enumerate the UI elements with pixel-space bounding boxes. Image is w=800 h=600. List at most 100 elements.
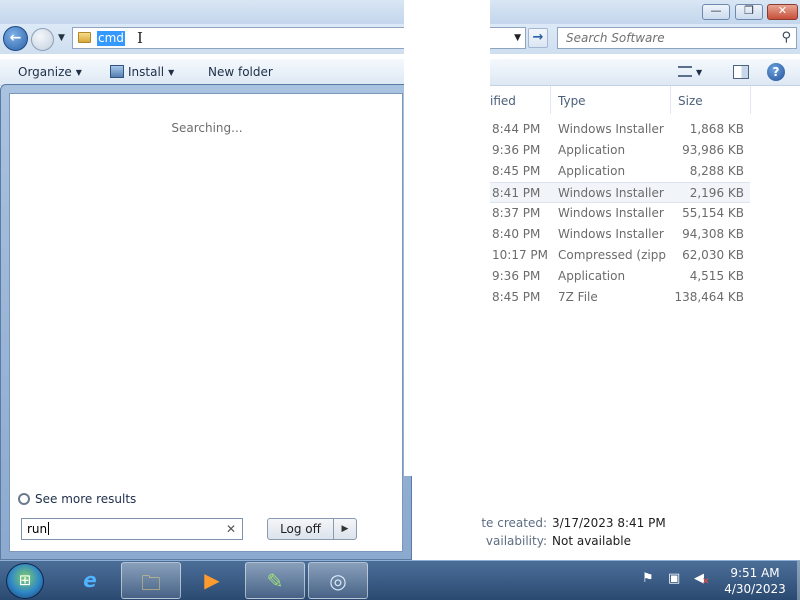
file-date: 8:44 PM bbox=[492, 122, 541, 136]
address-input[interactable]: cmd bbox=[97, 31, 125, 46]
clock[interactable]: 9:51 AM 4/30/2023 bbox=[715, 565, 795, 597]
organize-button[interactable]: Organize ▼ bbox=[18, 65, 82, 79]
help-button[interactable]: ? bbox=[767, 63, 785, 81]
file-type: Windows Installer ... bbox=[558, 227, 666, 241]
file-size: 8,288 KB bbox=[689, 164, 744, 178]
clear-search-icon[interactable]: ✕ bbox=[226, 522, 236, 536]
taskbar-windows-explorer[interactable]: 🗀 bbox=[121, 562, 181, 599]
new-folder-button[interactable]: New folder bbox=[208, 65, 273, 79]
close-icon: ✕ bbox=[777, 4, 788, 17]
file-row[interactable]: 9:36 PM Application 4,515 KB bbox=[490, 266, 750, 287]
file-row[interactable]: 8:37 PM Windows Installer ... 55,154 KB bbox=[490, 203, 750, 224]
clock-time: 9:51 AM bbox=[730, 566, 780, 580]
start-button[interactable]: ⊞ bbox=[6, 563, 44, 599]
change-view-button[interactable]: ▼ bbox=[678, 65, 702, 79]
shutdown-options-arrow[interactable]: ▶ bbox=[333, 518, 357, 540]
install-button[interactable]: Install ▼ bbox=[110, 65, 174, 79]
file-date: 8:41 PM bbox=[492, 186, 541, 200]
log-off-button[interactable]: Log off bbox=[267, 518, 334, 540]
start-search-input[interactable]: run bbox=[27, 522, 50, 536]
file-row[interactable]: 8:45 PM Application 8,288 KB bbox=[490, 161, 750, 182]
search-box[interactable]: Search Software ⚲ bbox=[557, 27, 797, 49]
minimize-button[interactable]: — bbox=[702, 4, 730, 20]
clock-date: 4/30/2023 bbox=[724, 582, 786, 596]
file-rows: 8:44 PM Windows Installer ... 1,868 KB 9:36… bbox=[490, 119, 750, 308]
magnifier-icon bbox=[18, 493, 30, 505]
file-row[interactable]: 9:36 PM Application 93,986 KB bbox=[490, 140, 750, 161]
file-row[interactable]: 10:17 PM Compressed (zipp... 62,030 KB bbox=[490, 245, 750, 266]
chevron-down-icon: ▼ bbox=[168, 68, 175, 77]
text-cursor-icon: I bbox=[137, 29, 143, 47]
file-date: 9:36 PM bbox=[492, 269, 541, 283]
windows-logo-icon: ⊞ bbox=[18, 571, 32, 589]
start-menu-right-area bbox=[404, 0, 490, 476]
file-row[interactable]: 8:40 PM Windows Installer ... 94,308 KB bbox=[490, 224, 750, 245]
taskbar-installer[interactable]: ◎ bbox=[308, 562, 368, 599]
search-input[interactable]: Search Software bbox=[566, 31, 665, 45]
network-icon[interactable]: ▣ bbox=[668, 571, 680, 586]
file-size: 4,515 KB bbox=[689, 269, 744, 283]
command-bar: Organize ▼ Install ▼ New folder ▼ ? bbox=[0, 59, 800, 86]
file-type: Application bbox=[558, 269, 626, 283]
taskbar-notepad-plus-plus[interactable]: ✎ bbox=[245, 562, 305, 599]
taskbar-media-player[interactable]: ▶ bbox=[182, 562, 242, 599]
preview-pane-button[interactable] bbox=[733, 65, 749, 79]
notepad-plus-plus-icon: ✎ bbox=[266, 569, 284, 593]
text-caret bbox=[48, 522, 50, 535]
recent-pages-dropdown[interactable]: ▼ bbox=[58, 33, 65, 43]
file-date: 8:40 PM bbox=[492, 227, 541, 241]
close-button[interactable]: ✕ bbox=[767, 4, 798, 20]
folder-icon bbox=[78, 32, 91, 43]
taskbar: ⊞ e 🗀 ▶ ✎ ◎ ⚑ ▣ ◀ ✕ 9:51 AM 4/30/2023 bbox=[0, 560, 800, 600]
install-label: Install bbox=[128, 65, 165, 79]
file-type: Compressed (zipp... bbox=[558, 248, 666, 262]
address-dropdown-icon[interactable]: ▼ bbox=[514, 33, 521, 43]
file-row[interactable]: 8:44 PM Windows Installer ... 1,868 KB bbox=[490, 119, 750, 140]
file-date: 9:36 PM bbox=[492, 143, 541, 157]
column-header-date-modified[interactable]: ified bbox=[490, 94, 516, 108]
date-created-label: te created: bbox=[481, 516, 547, 530]
column-divider[interactable] bbox=[670, 86, 671, 114]
file-size: 2,196 KB bbox=[689, 186, 744, 200]
see-more-results-link[interactable]: See more results bbox=[18, 492, 136, 506]
maximize-icon: ❐ bbox=[744, 4, 754, 17]
see-more-results-label: See more results bbox=[35, 492, 137, 506]
file-type: Windows Installer ... bbox=[558, 186, 666, 200]
installer-disc-icon: ◎ bbox=[329, 569, 347, 593]
file-size: 62,030 KB bbox=[682, 248, 744, 262]
file-date: 8:45 PM bbox=[492, 164, 541, 178]
windows-explorer-icon: 🗀 bbox=[141, 571, 161, 595]
internet-explorer-icon: e bbox=[83, 568, 97, 592]
go-button[interactable]: → bbox=[528, 28, 548, 48]
maximize-button[interactable]: ❐ bbox=[735, 4, 763, 20]
forward-button[interactable] bbox=[31, 28, 54, 51]
start-menu: Searching... See more results bbox=[0, 84, 412, 560]
chevron-down-icon: ▼ bbox=[75, 68, 82, 77]
minimize-icon: — bbox=[710, 4, 722, 17]
start-search-box[interactable]: run ✕ bbox=[21, 518, 243, 540]
column-divider[interactable] bbox=[750, 86, 751, 114]
file-size: 94,308 KB bbox=[682, 227, 744, 241]
file-date: 10:17 PM bbox=[492, 248, 548, 262]
availability-value: Not available bbox=[552, 534, 632, 548]
action-center-flag-icon[interactable]: ⚑ bbox=[642, 571, 654, 586]
file-row[interactable]: 8:45 PM 7Z File 138,464 KB bbox=[490, 287, 750, 308]
muted-x-icon: ✕ bbox=[702, 577, 710, 587]
go-arrow-icon: → bbox=[532, 30, 544, 45]
taskbar-internet-explorer[interactable]: e bbox=[60, 562, 120, 599]
back-button[interactable]: ← bbox=[3, 26, 28, 51]
column-divider[interactable] bbox=[550, 86, 551, 114]
search-icon[interactable]: ⚲ bbox=[781, 30, 791, 45]
file-type: Windows Installer ... bbox=[558, 206, 666, 220]
chevron-down-icon: ▼ bbox=[696, 68, 703, 77]
file-type: Windows Installer ... bbox=[558, 122, 666, 136]
column-header-type[interactable]: Type bbox=[558, 94, 586, 108]
file-size: 55,154 KB bbox=[682, 206, 744, 220]
file-size: 138,464 KB bbox=[674, 290, 744, 304]
search-status-text: Searching... bbox=[171, 121, 243, 135]
file-row[interactable]: 8:41 PM Windows Installer ... 2,196 KB bbox=[490, 182, 750, 203]
column-header-size[interactable]: Size bbox=[678, 94, 703, 108]
navigation-bar: ← ▼ cmd I ▼ → Search Software ⚲ bbox=[0, 24, 800, 54]
view-list-icon bbox=[678, 66, 692, 77]
file-size: 93,986 KB bbox=[682, 143, 744, 157]
